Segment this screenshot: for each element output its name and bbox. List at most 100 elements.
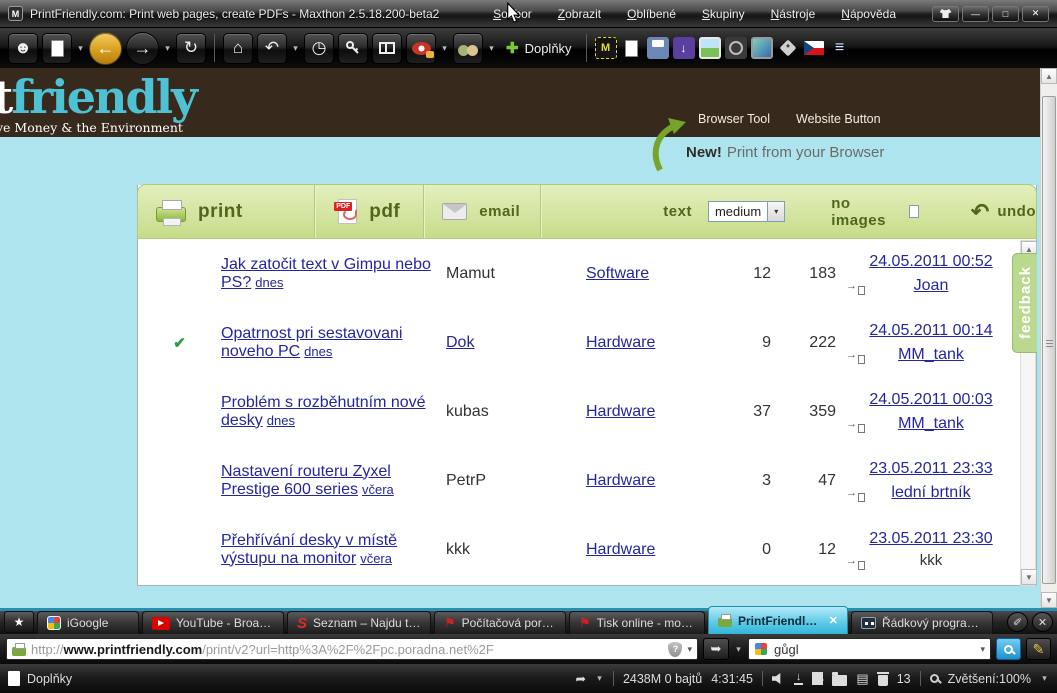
go-button[interactable]: ➥ (703, 638, 729, 660)
download-tray-icon[interactable]: ↓ (793, 672, 804, 685)
export-page-icon[interactable] (812, 672, 825, 685)
plugin-save-icon[interactable] (646, 37, 669, 59)
no-images-checkbox[interactable] (908, 205, 919, 218)
ad-hunter-dropdown-icon[interactable]: ▾ (440, 43, 449, 54)
search-engine-dropdown-icon[interactable]: ▾ (980, 644, 985, 655)
menu-nastroje[interactable]: Nástroje (771, 7, 816, 21)
close-button[interactable]: ✕ (1022, 5, 1049, 22)
tab-poradna[interactable]: ⚑ Počítačová poradn... (434, 611, 566, 634)
groups-people-icon[interactable] (453, 32, 483, 64)
menu-zobrazit[interactable]: Zobrazit (558, 7, 601, 21)
category-link[interactable]: Hardware (586, 334, 655, 351)
select-arrow-icon[interactable]: ▾ (767, 202, 785, 221)
scroll-down-icon[interactable]: ▼ (1041, 592, 1057, 608)
topic-link[interactable]: Jak zatočit text v Gimpu nebo PS? (221, 256, 431, 291)
date-link[interactable]: včera (360, 551, 392, 566)
tab-close-icon[interactable]: ✕ (829, 614, 838, 627)
last-post-datetime-link[interactable]: 23.05.2011 23:30 (869, 530, 992, 547)
plugin-download-icon[interactable]: ↓ (672, 37, 695, 59)
speaker-icon[interactable] (771, 673, 781, 684)
plugin-camera-icon[interactable] (724, 37, 747, 59)
last-post-user-link[interactable]: MM_tank (898, 415, 964, 432)
maximize-button[interactable]: □ (992, 5, 1019, 22)
last-post-datetime-link[interactable]: 23.05.2011 23:33 (869, 460, 992, 477)
date-link[interactable]: dnes (304, 344, 332, 359)
go-dropdown-icon[interactable]: ▾ (734, 644, 743, 655)
new-tab-dropdown-icon[interactable]: ▾ (76, 43, 85, 54)
print-button[interactable]: print (138, 185, 316, 238)
menu-napoveda[interactable]: Nápověda (841, 7, 896, 21)
feedback-tab[interactable]: feedback (1012, 253, 1037, 353)
goto-last-post-icon[interactable]: → (846, 417, 865, 433)
category-link[interactable]: Hardware (586, 541, 655, 558)
undo-icon[interactable]: ↶ (257, 32, 287, 64)
tab-menu-pen-icon[interactable]: ✐ (1007, 612, 1028, 632)
pdf-button[interactable]: pdf (315, 185, 425, 238)
folder-icon[interactable] (832, 671, 848, 686)
undo-dropdown-icon[interactable]: ▾ (291, 43, 300, 54)
nav-browser-tool[interactable]: Browser Tool (698, 112, 770, 126)
topic-link[interactable]: Problém s rozběhutním nové desky (221, 394, 426, 429)
author-link[interactable]: Dok (446, 334, 586, 352)
minimize-button[interactable]: — (962, 5, 989, 22)
url-dropdown-icon[interactable]: ▾ (687, 644, 692, 655)
ad-hunter-eye-icon[interactable] (406, 32, 436, 64)
skin-button[interactable] (932, 5, 959, 22)
favorites-star-icon[interactable]: ★ (4, 611, 34, 633)
last-post-datetime-link[interactable]: 24.05.2011 00:52 (869, 253, 992, 270)
plugin-list-icon[interactable]: ≡ (829, 37, 851, 59)
last-post-user-link[interactable]: lední brtník (891, 484, 970, 501)
date-link[interactable]: dnes (255, 275, 283, 290)
goto-last-post-icon[interactable]: → (846, 554, 865, 570)
plugin-image-icon[interactable] (698, 37, 721, 59)
inner-scroll-down-icon[interactable]: ▼ (1021, 569, 1037, 585)
czech-flag-icon[interactable] (803, 37, 825, 59)
tab-printfriendly-active[interactable]: PrintFriendly.c... ✕ (708, 606, 848, 634)
account-icon[interactable]: ☻ (8, 32, 38, 64)
last-post-user-link[interactable]: MM_tank (898, 346, 964, 363)
forward-icon[interactable]: → (126, 31, 159, 65)
tab-tisk-online[interactable]: ⚑ Tisk online - možn... (569, 611, 705, 634)
zoom-level[interactable]: Zvětšení:100% (948, 672, 1031, 686)
last-post-datetime-link[interactable]: 24.05.2011 00:14 (869, 322, 992, 339)
url-field[interactable]: http://www.printfriendly.com/print/v2?ur… (6, 638, 698, 660)
zoom-dropdown-icon[interactable]: ▾ (1040, 673, 1049, 684)
plugin-label-icon[interactable] (777, 37, 799, 59)
plugin-bat-icon[interactable]: M (594, 37, 617, 59)
zoom-magnifier-icon[interactable] (929, 674, 939, 683)
jump-dropdown-icon[interactable]: ▾ (595, 673, 604, 684)
search-button[interactable] (996, 638, 1021, 660)
jump-icon[interactable]: ➦ (575, 671, 585, 686)
category-link[interactable]: Hardware (586, 403, 655, 420)
vertical-scroll-thumb[interactable] (1042, 96, 1056, 584)
category-link[interactable]: Hardware (586, 472, 655, 489)
history-dropdown-icon[interactable]: ▾ (163, 43, 172, 54)
security-shield-icon[interactable]: ? (668, 641, 683, 657)
trash-icon[interactable] (876, 671, 889, 686)
date-link[interactable]: dnes (267, 413, 295, 428)
last-post-datetime-link[interactable]: 24.05.2011 00:03 (869, 391, 992, 408)
category-link[interactable]: Software (586, 265, 649, 282)
goto-last-post-icon[interactable]: → (846, 486, 865, 502)
plugin-snapshot-icon[interactable] (750, 37, 773, 59)
groups-dropdown-icon[interactable]: ▾ (487, 43, 496, 54)
plugin-page-icon[interactable] (621, 37, 643, 59)
split-screen-icon[interactable] (372, 32, 402, 64)
addons-button[interactable]: ✚ Doplňky (500, 39, 578, 57)
password-key-icon[interactable] (338, 32, 368, 64)
text-size-select[interactable]: medium ▾ (707, 201, 786, 222)
undo-button[interactable]: ↶ undo (971, 199, 1036, 225)
close-tab-icon[interactable]: ✕ (1032, 612, 1053, 632)
tab-seznam[interactable]: S Seznam – Najdu ta... (287, 611, 431, 634)
search-input[interactable]: gůgl ▾ (748, 638, 991, 660)
tab-radkovy-program[interactable]: Řádkový program ... (851, 611, 993, 634)
email-button[interactable]: email (424, 185, 542, 238)
clipboard-icon[interactable]: ▤ (856, 671, 868, 687)
tab-youtube[interactable]: YouTube - Broadc... (142, 611, 284, 634)
nav-website-button[interactable]: Website Button (796, 112, 881, 126)
menu-oblibene[interactable]: Oblíbené (627, 7, 676, 21)
last-post-user-link[interactable]: Joan (914, 277, 949, 294)
date-link[interactable]: včera (362, 482, 394, 497)
vertical-scrollbar[interactable]: ▲ ▼ (1040, 68, 1057, 608)
refresh-icon[interactable]: ↻ (176, 32, 206, 64)
